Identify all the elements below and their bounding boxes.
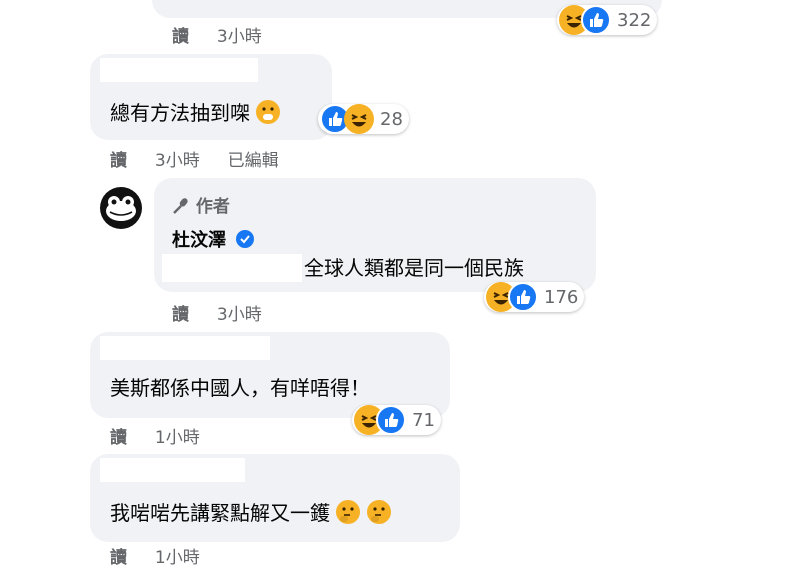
- redacted-name: [100, 58, 258, 82]
- timestamp-link[interactable]: 1小時: [155, 428, 200, 448]
- redacted-name: [100, 458, 245, 482]
- hand-over-mouth-emoji-icon: [256, 100, 281, 124]
- read-link[interactable]: 讀: [110, 548, 127, 568]
- author-avatar[interactable]: [100, 187, 142, 229]
- frog-avatar-icon: [106, 196, 136, 221]
- comment-actions: 讀 3小時 已編輯: [110, 146, 301, 171]
- comment-actions: 讀 3小時: [172, 22, 284, 47]
- comment-actions: 讀 3小時: [172, 300, 284, 325]
- thinking-emoji-icon: [336, 500, 361, 524]
- read-link[interactable]: 讀: [172, 305, 189, 325]
- timestamp-link[interactable]: 3小時: [155, 151, 200, 171]
- comment-text: 總有方法抽到㗎: [110, 100, 281, 125]
- like-emoji-icon: [508, 282, 538, 312]
- reaction-summary[interactable]: 176: [484, 282, 585, 312]
- read-link[interactable]: 讀: [110, 428, 127, 448]
- comment-text: 我啱啱先講緊點解又一鑊: [110, 500, 391, 525]
- edited-label[interactable]: 已編輯: [228, 151, 279, 171]
- comment-text: 美斯都係中國人，有咩唔得！: [110, 376, 370, 400]
- reaction-count: 176: [544, 286, 579, 308]
- redacted-mention: [162, 254, 302, 282]
- reaction-count: 322: [617, 9, 652, 31]
- haha-emoji-icon: [344, 104, 374, 134]
- author-name[interactable]: 杜汶澤: [172, 226, 255, 252]
- comment-actions: 讀 1小時: [110, 423, 222, 448]
- read-link[interactable]: 讀: [110, 151, 127, 171]
- timestamp-link[interactable]: 1小時: [155, 548, 200, 568]
- like-emoji-icon: [581, 5, 611, 35]
- reaction-count: 71: [412, 409, 435, 431]
- read-link[interactable]: 讀: [172, 27, 189, 47]
- reaction-summary[interactable]: 322: [557, 5, 658, 35]
- reaction-summary[interactable]: 28: [318, 104, 409, 134]
- redacted-name: [100, 336, 270, 360]
- reaction-count: 28: [380, 108, 403, 130]
- microphone-icon: [172, 197, 190, 215]
- timestamp-link[interactable]: 3小時: [217, 27, 262, 47]
- timestamp-link[interactable]: 3小時: [217, 305, 262, 325]
- reaction-summary[interactable]: 71: [352, 405, 441, 435]
- thinking-emoji-icon: [366, 500, 391, 524]
- like-emoji-icon: [376, 405, 406, 435]
- author-badge: 作者: [172, 192, 230, 217]
- comment-actions: 讀 1小時: [110, 543, 222, 568]
- verified-badge-icon: [236, 230, 255, 248]
- comment-text: 全球人類都是同一個民族: [304, 256, 524, 280]
